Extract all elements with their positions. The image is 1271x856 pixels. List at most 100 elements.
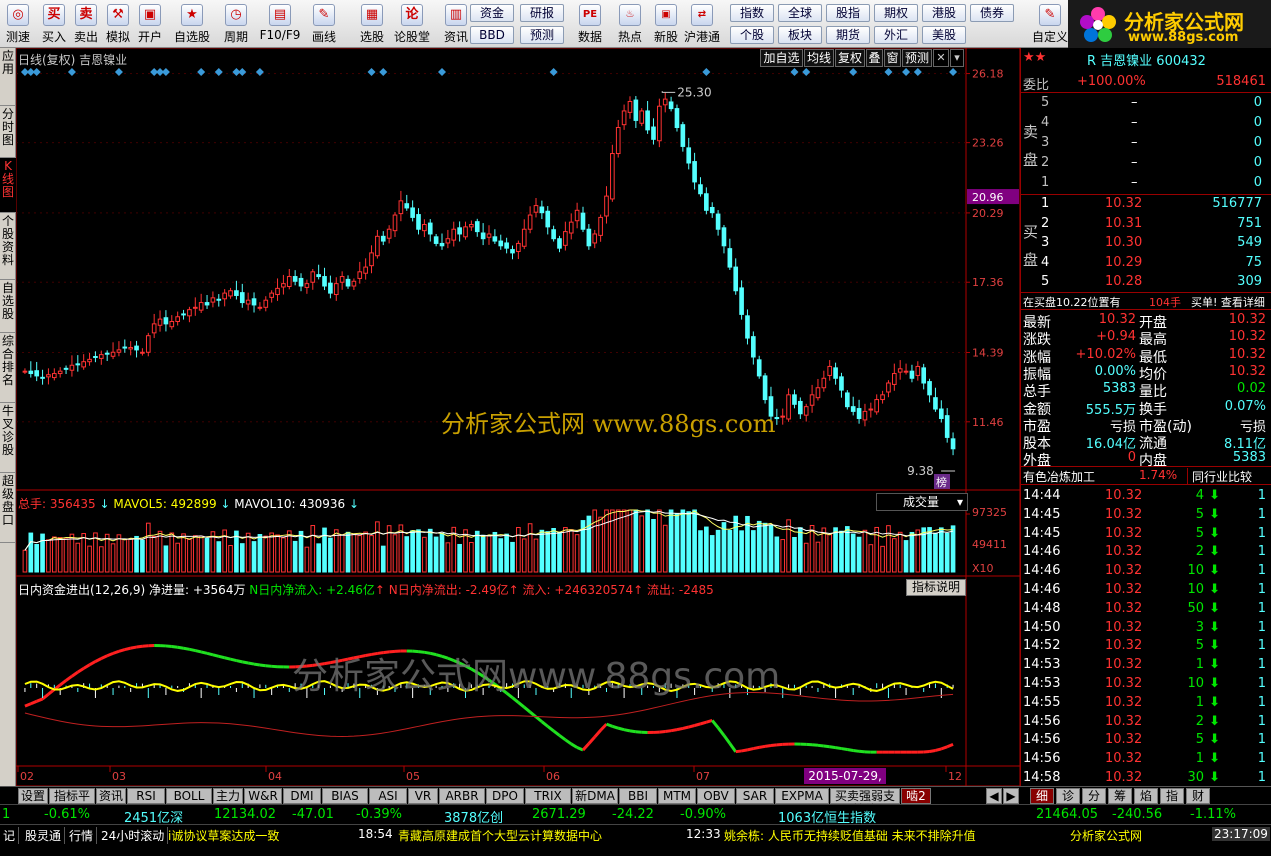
indicator-tab[interactable]: MTM xyxy=(658,788,696,804)
market-button[interactable]: 个股 xyxy=(730,26,774,44)
toolbar-forum-button[interactable]: 论论股堂 xyxy=(390,2,434,46)
indicator-tab[interactable]: OBV xyxy=(697,788,735,804)
fund-flow-line xyxy=(171,645,178,649)
sector-name[interactable]: 有色冶炼加工 xyxy=(1023,468,1095,485)
quote-panel-tab[interactable]: 细 xyxy=(1030,788,1054,804)
quote-panel-tab[interactable]: 筹 xyxy=(1108,788,1132,804)
toolbar-speedometer-button[interactable]: ◎ 测速 xyxy=(2,2,34,46)
chart-header-button[interactable]: 加自选 xyxy=(760,49,803,67)
toolbar-star-button[interactable]: ★ 自选股 xyxy=(170,2,214,46)
candle xyxy=(521,228,527,247)
market-button[interactable]: 期权 xyxy=(874,4,918,22)
indicator-tab[interactable]: 啮2 xyxy=(901,788,931,804)
indicator-tab[interactable]: 主力 xyxy=(213,788,243,804)
market-button[interactable]: 期货 xyxy=(826,26,870,44)
order-price: – xyxy=(1131,115,1138,130)
indicator-tab[interactable]: ARBR xyxy=(439,788,485,804)
ticker-news-1[interactable]: i诚协议草案达成一致 xyxy=(168,827,279,844)
ticker-tab[interactable]: 行情 xyxy=(66,827,98,844)
toolbar-lock-button[interactable]: ▣ 开户 xyxy=(134,2,166,46)
left-tab[interactable]: 牛叉诊股 xyxy=(0,403,16,473)
kline-chart[interactable]: 26.18 23.26 20.29 17.36 14.39 11.46 20.96 25.30… xyxy=(15,47,1021,787)
candle xyxy=(792,394,797,405)
indicator-tab[interactable]: 新DMA xyxy=(572,788,618,804)
toolbar-newstock-button[interactable]: ▣ 新股 xyxy=(648,2,684,46)
chart-header-button[interactable]: 均线 xyxy=(804,49,834,67)
date-tick-label: 06 xyxy=(546,770,560,783)
sector-compare-button[interactable]: 同行业比较 xyxy=(1187,468,1252,485)
toolbar-pen-button[interactable]: ✎ 画线 xyxy=(302,2,346,46)
quote-panel-tab[interactable]: 财 xyxy=(1186,788,1210,804)
volume-dropdown[interactable]: 成交量 ▾ xyxy=(876,493,968,511)
indicator-tab[interactable]: 设置 xyxy=(18,788,48,804)
scroll-right-icon[interactable]: ▶ xyxy=(1003,788,1019,804)
indicator-tab[interactable]: TRIX xyxy=(525,788,571,804)
chevron-down-icon[interactable]: ▾ xyxy=(950,49,964,67)
left-tab[interactable]: 超级盘口 xyxy=(0,473,16,543)
toolbar-select-button[interactable]: ▦ 选股 xyxy=(350,2,394,46)
indicator-tab[interactable]: DMI xyxy=(283,788,321,804)
indicator-tab[interactable]: 指标平台 xyxy=(49,788,95,817)
small-button[interactable]: 研报 xyxy=(520,4,564,22)
small-button[interactable]: 预测 xyxy=(520,26,564,44)
toolbar-hk-connect-button[interactable]: ⇄ 沪港通 xyxy=(680,2,724,46)
left-tab[interactable]: 自选股 xyxy=(0,280,16,333)
scroll-left-icon[interactable]: ◀ xyxy=(986,788,1002,804)
indicator-tab[interactable]: W&R xyxy=(244,788,282,804)
ticker-news-2[interactable]: 青藏高原建成首个大型云计算数据中心 xyxy=(398,827,602,844)
custom-button[interactable]: ✎ 自定义 xyxy=(1032,2,1068,46)
price-axis: 26.18 23.26 20.29 17.36 14.39 11.46 xyxy=(972,68,1004,429)
toolbar-sell-button[interactable]: 卖卖出 xyxy=(70,2,102,46)
chart-header-button[interactable]: 窗 xyxy=(884,49,901,67)
ticker-tab[interactable]: 股灵通 xyxy=(22,827,66,844)
queue-action[interactable]: 买单! 查看详细 xyxy=(1191,294,1265,310)
small-button[interactable]: 资金 xyxy=(470,4,514,22)
market-button[interactable]: 美股 xyxy=(922,26,966,44)
quote-panel-tab[interactable]: 焰 xyxy=(1134,788,1158,804)
indicator-tab[interactable]: 买卖强弱支撑线 xyxy=(830,788,900,817)
fund-flow-line xyxy=(587,735,596,745)
indicator-help-button[interactable]: 指标说明 xyxy=(906,579,966,596)
small-button[interactable]: BBD xyxy=(470,26,514,44)
indicator-tab[interactable]: VR xyxy=(408,788,438,804)
market-button[interactable]: 全球 xyxy=(778,4,822,22)
indicator-tab[interactable]: BOLL xyxy=(166,788,212,804)
chart-header-button[interactable]: 叠 xyxy=(866,49,883,67)
market-button[interactable]: 板块 xyxy=(778,26,822,44)
left-tab[interactable]: 应用 xyxy=(0,48,16,106)
toolbar-buy-button[interactable]: 买买入 xyxy=(38,2,70,46)
volume-bar xyxy=(145,522,151,573)
indicator-tab[interactable]: SAR xyxy=(736,788,774,804)
toolbar-data-button[interactable]: PE 数据 xyxy=(572,2,608,46)
toolbar-clock-button[interactable]: ◷ 周期 xyxy=(214,2,258,46)
indicator-tab[interactable]: RSI xyxy=(127,788,165,804)
indicator-tab[interactable]: EXPMA xyxy=(775,788,829,804)
ticker-tab[interactable]: 24小时滚动 xyxy=(98,827,169,844)
close-icon[interactable]: ✕ xyxy=(933,49,949,67)
indicator-tab[interactable]: DPO xyxy=(486,788,524,804)
left-tab[interactable]: 个股资料 xyxy=(0,213,16,280)
left-tab[interactable]: 分时图 xyxy=(0,106,16,158)
market-button[interactable]: 外汇 xyxy=(874,26,918,44)
market-button[interactable]: 股指 xyxy=(826,4,870,22)
toolbar-f10-button[interactable]: ▤ F10/F9 xyxy=(258,2,302,46)
chart-header-button[interactable]: 复权 xyxy=(835,49,865,67)
market-button[interactable]: 指数 xyxy=(730,4,774,22)
indicator-tab[interactable]: ASI xyxy=(369,788,407,804)
market-button[interactable]: 港股 xyxy=(922,4,966,22)
quote-panel-tab[interactable]: 诊 xyxy=(1056,788,1080,804)
toolbar-hot-button[interactable]: ♨ 热点 xyxy=(612,2,648,46)
indicator-tab[interactable]: BBI xyxy=(619,788,657,804)
indicator-tab[interactable]: BIAS xyxy=(322,788,368,804)
left-tab[interactable]: 综合排名 xyxy=(0,333,16,403)
toolbar-hammer-button[interactable]: ⚒ 模拟 xyxy=(102,2,134,46)
ticker-news-3[interactable]: 姚余栋: 人民币无持续贬值基础 未来不排除升值 xyxy=(724,827,976,844)
quote-panel-tab[interactable]: 分 xyxy=(1082,788,1106,804)
candle xyxy=(75,363,81,366)
quote-panel-tab[interactable]: 指 xyxy=(1160,788,1184,804)
chart-header-button[interactable]: 预测 xyxy=(902,49,932,67)
ticker-tab[interactable]: 记 xyxy=(0,827,20,844)
indicator-tab[interactable]: 资讯 xyxy=(96,788,126,804)
left-tab[interactable]: K线图 xyxy=(0,158,16,213)
market-button[interactable]: 债券 xyxy=(970,4,1014,22)
